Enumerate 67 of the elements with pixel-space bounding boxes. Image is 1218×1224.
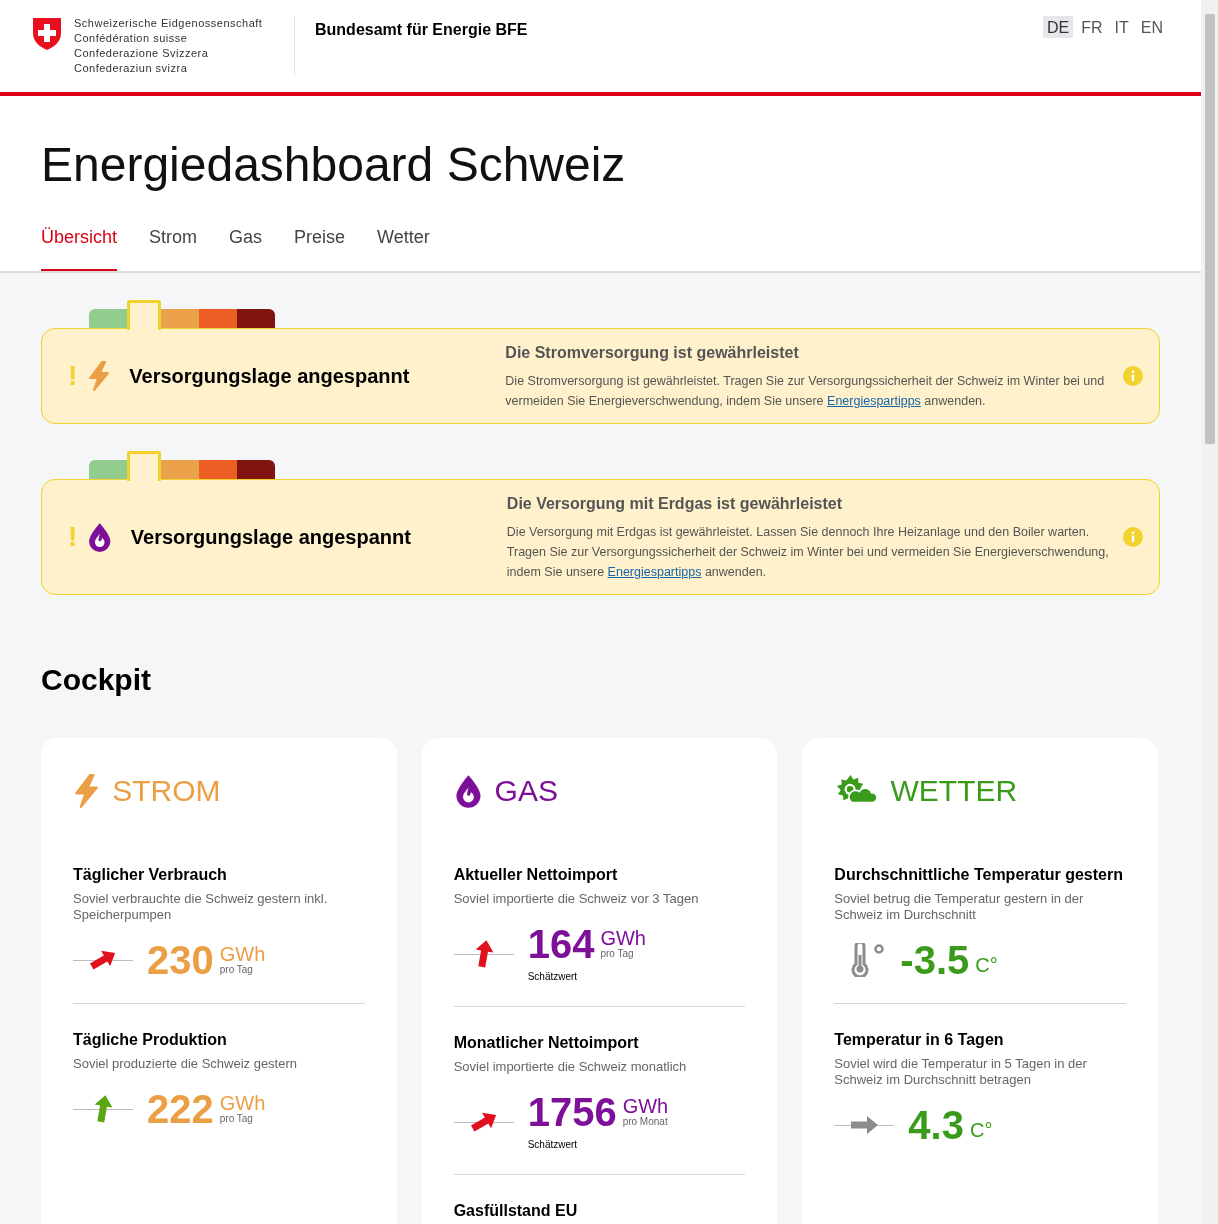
- supply-status: Versorgungslage angespannt: [130, 525, 412, 550]
- flame-drop-icon: [87, 522, 113, 552]
- metric-unit: GWh: [219, 944, 266, 964]
- tips-link[interactable]: Energiespartipps: [827, 394, 921, 408]
- office-name: Bundesamt für Energie BFE: [315, 20, 528, 40]
- nav-tab[interactable]: Übersicht: [41, 224, 118, 271]
- metric-title: Aktueller Nettoimport: [453, 865, 619, 885]
- metric-value: 4.3: [908, 1104, 964, 1146]
- metric-value: 164: [527, 923, 595, 965]
- metric-title: Gasfüllstand EU: [453, 1201, 579, 1221]
- metric-unit: GWh: [600, 928, 646, 948]
- metric-unit: C°: [975, 955, 998, 975]
- alert-heading: Die Stromversorgung ist gewährleistet: [505, 343, 800, 363]
- metric-value: 230: [147, 939, 214, 981]
- warning-mark: !: [68, 362, 78, 390]
- metric-description: Soviel verbrauchte die Schweiz gestern inkl. Speicherpumpen: [73, 891, 329, 923]
- metric-unit: C°: [969, 1120, 993, 1140]
- alert-text: Die Versorgung mit Erdgas ist gewährleistet. Lassen Sie dennoch Ihre Heizanlage und den Boiler warten. Tragen Sie zur Versorgungssicherheit der Schweiz im Winter bei und vermeiden Sie Energieverschwendung, indem Sie unsere Energiespartipps anwenden.: [506, 524, 1109, 581]
- swiss-shield-icon: [32, 17, 62, 51]
- language-button[interactable]: DE: [1043, 16, 1074, 38]
- metric-value: 222: [147, 1088, 214, 1130]
- metric-period: pro Tag: [219, 964, 254, 975]
- info-icon[interactable]: [1123, 366, 1143, 386]
- federal-name-line: Confederazione Svizzera: [74, 46, 210, 61]
- metric-period: pro Tag: [600, 948, 635, 959]
- federal-name-line: Schweizerische Eidgenossenschaft: [74, 16, 264, 31]
- estimate-note: Schätzwert: [527, 970, 579, 984]
- card-title: GAS: [494, 773, 558, 809]
- tips-link[interactable]: Energiespartipps: [607, 565, 702, 579]
- metric-title: Durchschnittliche Temperatur gestern: [834, 865, 1124, 885]
- metric-title: Tägliche Produktion: [73, 1030, 228, 1050]
- card-title: WETTER: [890, 773, 1018, 809]
- metric-title: Täglicher Verbrauch: [73, 865, 228, 885]
- language-button[interactable]: IT: [1110, 16, 1133, 38]
- metric-value: -3.5: [900, 939, 970, 981]
- supply-status: Versorgungslage angespannt: [129, 364, 411, 389]
- language-button[interactable]: FR: [1077, 16, 1107, 38]
- federal-name-line: Confédération suisse: [74, 31, 189, 46]
- flame-drop-icon: [453, 773, 483, 808]
- card-title: STROM: [112, 773, 221, 809]
- nav-tab[interactable]: Wetter: [377, 224, 430, 271]
- alert-heading: Die Versorgung mit Erdgas ist gewährleistet: [506, 494, 844, 514]
- metric-description: Soviel wird die Temperatur in 5 Tagen in der Schweiz im Durchschnitt betragen: [834, 1056, 1088, 1088]
- metric-period: pro Tag: [219, 1113, 254, 1124]
- section-heading: Cockpit: [41, 662, 152, 698]
- page-title: Energiedashboard Schweiz: [41, 137, 627, 193]
- metric-unit: GWh: [622, 1096, 669, 1116]
- nav-tab[interactable]: Strom: [149, 224, 198, 271]
- metric-description: Soviel importierte die Schweiz vor 3 Tagen: [453, 891, 700, 907]
- metric-description: Soviel importierte die Schweiz monatlich: [453, 1059, 688, 1075]
- metric-period: pro Monat: [622, 1116, 669, 1127]
- estimate-note: Schätzwert: [527, 1138, 579, 1152]
- federal-name-line: Confederaziun svizra: [74, 61, 189, 76]
- info-icon[interactable]: [1123, 527, 1143, 547]
- lightning-icon: [87, 361, 112, 391]
- metric-description: Soviel betrug die Temperatur gestern in der Schweiz im Durchschnitt: [834, 891, 1085, 923]
- nav-tab[interactable]: Preise: [294, 224, 346, 271]
- metric-title: Temperatur in 6 Tagen: [834, 1030, 1005, 1050]
- warning-mark: !: [68, 523, 78, 551]
- nav-tab[interactable]: Gas: [229, 224, 263, 271]
- language-button[interactable]: EN: [1136, 16, 1167, 38]
- lightning-icon: [73, 773, 101, 808]
- metric-value: 1756: [527, 1091, 617, 1133]
- alert-text: Die Stromversorgung ist gewährleistet. Tragen Sie zur Versorgungssicherheit der Schweiz im Winter bei und vermeiden Sie Energieverschwendung, indem Sie unsere Energiespartipps anwenden.: [505, 373, 1106, 410]
- metric-unit: GWh: [219, 1093, 266, 1113]
- metric-title: Monatlicher Nettoimport: [453, 1033, 640, 1053]
- metric-description: Soviel produzierte die Schweiz gestern: [73, 1056, 298, 1072]
